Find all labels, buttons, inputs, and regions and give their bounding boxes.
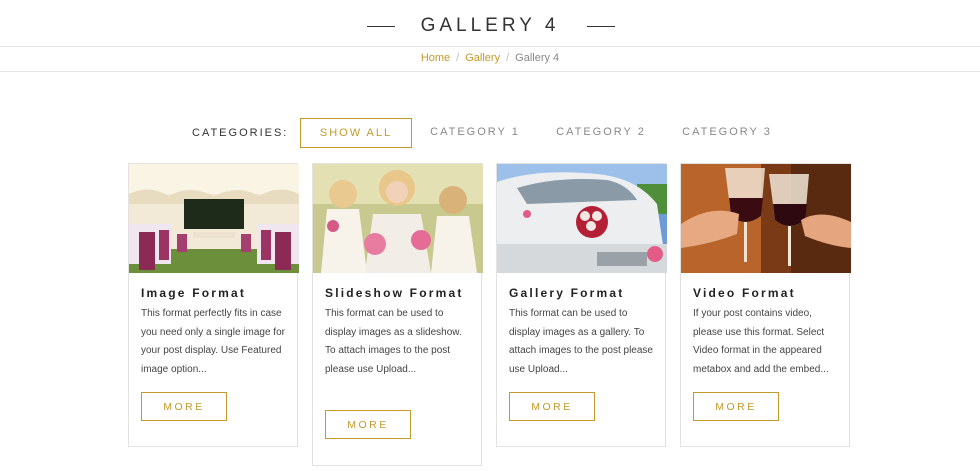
card-description: This format perfectly fits in case you n… xyxy=(141,308,285,375)
divider-top xyxy=(0,46,980,47)
card-title[interactable]: Slideshow Format xyxy=(325,284,469,303)
filter-category-3-button[interactable]: CATEGORY 3 xyxy=(672,118,782,146)
card-title[interactable]: Video Format xyxy=(693,284,837,303)
gallery-card-video-format: Video Format If your post contains video… xyxy=(680,163,851,447)
wedding-car-photo[interactable] xyxy=(497,164,667,273)
more-button[interactable]: MORE xyxy=(325,410,411,439)
filter-category-2-button[interactable]: CATEGORY 2 xyxy=(546,118,656,146)
title-dash-right xyxy=(587,26,615,27)
gallery-card-gallery-format: Gallery Format This format can be used t… xyxy=(496,163,667,447)
wedding-tent-photo[interactable] xyxy=(129,164,299,273)
divider-bottom xyxy=(0,71,980,72)
card-title[interactable]: Image Format xyxy=(141,284,285,303)
breadcrumb: Home / Gallery / Gallery 4 xyxy=(0,52,980,64)
wine-glasses-photo[interactable] xyxy=(681,164,851,273)
more-button[interactable]: MORE xyxy=(509,392,595,421)
title-dash-left xyxy=(367,26,395,27)
card-description: If your post contains video, please use … xyxy=(693,308,829,375)
card-title[interactable]: Gallery Format xyxy=(509,284,653,303)
filter-category-1-button[interactable]: CATEGORY 1 xyxy=(420,118,530,146)
gallery-card-image-format: Image Format This format perfectly fits … xyxy=(128,163,299,447)
page-header: GALLERY 4 xyxy=(0,0,980,47)
page-title: GALLERY 4 xyxy=(420,15,560,36)
breadcrumb-separator: / xyxy=(456,52,460,64)
category-filter-bar: CATEGORIES: SHOW ALL CATEGORY 1 CATEGORY… xyxy=(0,118,980,148)
breadcrumb-home-link[interactable]: Home xyxy=(421,52,450,64)
filter-show-all-button[interactable]: SHOW ALL xyxy=(300,118,412,148)
more-button[interactable]: MORE xyxy=(693,392,779,421)
more-button[interactable]: MORE xyxy=(141,392,227,421)
breadcrumb-current: Gallery 4 xyxy=(515,52,560,64)
breadcrumb-separator: / xyxy=(506,52,510,64)
breadcrumb-gallery-link[interactable]: Gallery xyxy=(465,52,500,64)
card-description: This format can be used to display image… xyxy=(509,308,653,375)
bridesmaids-photo[interactable] xyxy=(313,164,483,273)
gallery-card-slideshow-format: Slideshow Format This format can be used… xyxy=(312,163,483,466)
card-description: This format can be used to display image… xyxy=(325,308,462,375)
categories-label: CATEGORIES: xyxy=(192,127,289,139)
